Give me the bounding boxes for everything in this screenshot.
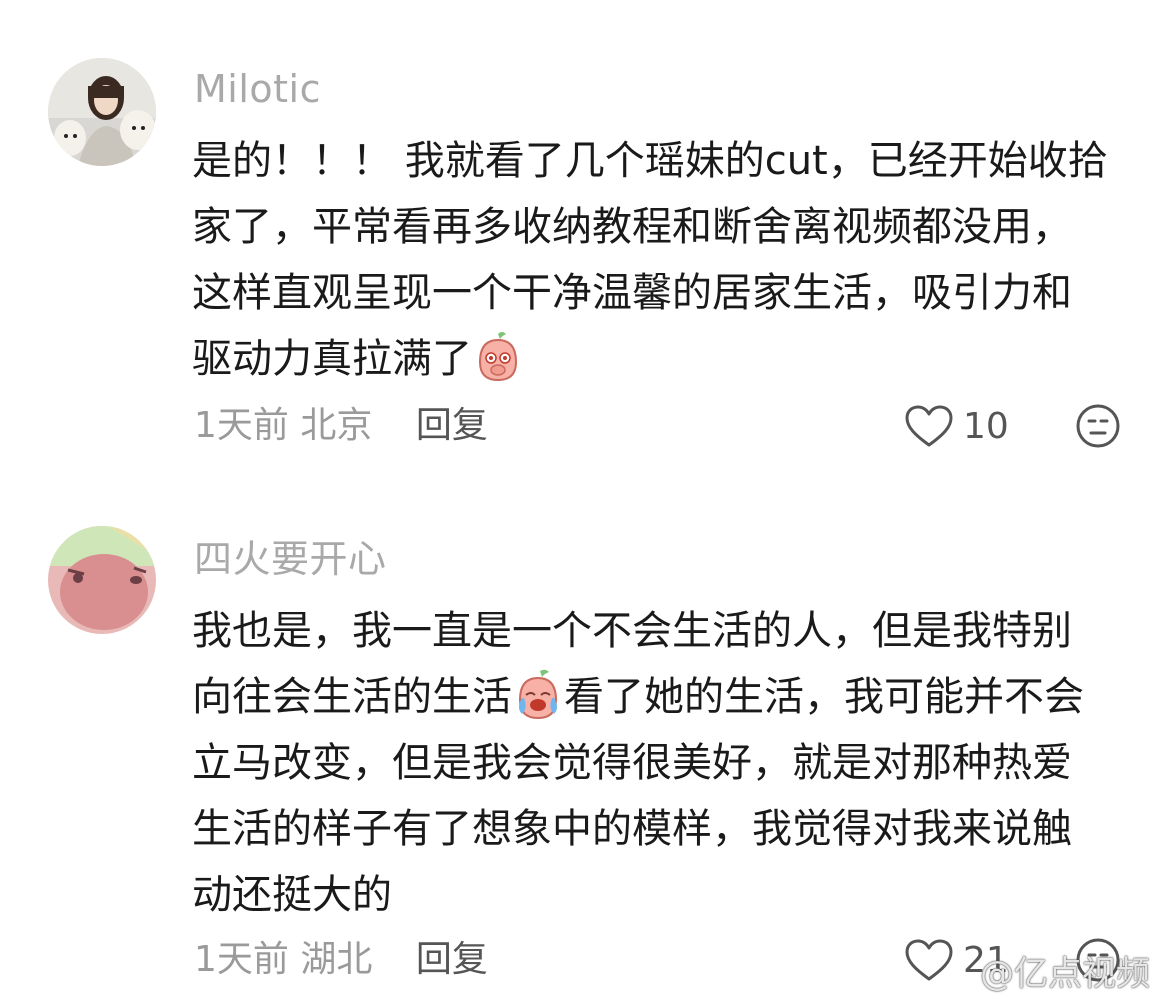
comment-meta: 1天前 北京 回复 [194, 408, 488, 444]
comment-line: 动还挺大的 [192, 872, 392, 918]
comment-meta: 1天前 湖北 回复 [194, 942, 488, 978]
avatar[interactable] [48, 58, 156, 166]
comment-line: 家了，平常看再多收纳教程和断舍离视频都没用， [192, 204, 1072, 250]
cartoon-pig-avatar-icon [48, 526, 156, 634]
comment-location: 北京 [300, 405, 373, 446]
avatar-photo-icon [48, 58, 156, 166]
reply-button[interactable]: 回复 [416, 405, 488, 446]
comment-line: 我也是，我一直是一个不会生活的人，但是我特别 [192, 608, 1072, 654]
comment-line: 生活的样子有了想象中的模样，我觉得对我来说触 [192, 806, 1072, 852]
heart-icon [905, 405, 953, 447]
peach-crying-emoji-icon [518, 669, 558, 720]
comment-line-text: 看了她的生活，我可能并不会 [564, 674, 1084, 720]
reply-button[interactable]: 回复 [416, 939, 488, 980]
comment-line: 是的！！！ 我就看了几个瑶妹的cut，已经开始收拾 [192, 138, 1108, 184]
username[interactable]: Milotic [194, 70, 321, 108]
comment-line-text: 向往会生活的生活 [192, 674, 512, 720]
avatar[interactable] [48, 526, 156, 634]
like-button[interactable]: 10 [905, 402, 1009, 450]
comment-line-text: 驱动力真拉满了 [192, 336, 472, 382]
comment-line-with-emoji: 向往会生活的生活 看了她的生活，我可能并不会 [192, 664, 1132, 730]
dislike-button[interactable] [1075, 403, 1121, 449]
like-count: 10 [963, 405, 1009, 447]
comment-location: 湖北 [300, 939, 373, 980]
username[interactable]: 四火要开心 [194, 540, 387, 578]
heart-icon [905, 939, 953, 981]
unamused-face-icon [1076, 404, 1120, 448]
comment-text: 是的！！！ 我就看了几个瑶妹的cut，已经开始收拾 家了，平常看再多收纳教程和断… [192, 128, 1132, 392]
comment-text: 我也是，我一直是一个不会生活的人，但是我特别 向往会生活的生活 看了她的生活，我… [192, 598, 1132, 928]
comment-line: 立马改变，但是我会觉得很美好，就是对那种热爱 [192, 740, 1072, 786]
comment-line-last: 驱动力真拉满了 [192, 326, 1132, 392]
peach-shy-emoji-icon [478, 332, 518, 382]
watermark: @亿点视频 [980, 954, 1150, 994]
comment-line: 这样直观呈现一个干净温馨的居家生活，吸引力和 [192, 270, 1072, 316]
comment-time: 1天前 [194, 939, 289, 980]
comment-time: 1天前 [194, 405, 289, 446]
